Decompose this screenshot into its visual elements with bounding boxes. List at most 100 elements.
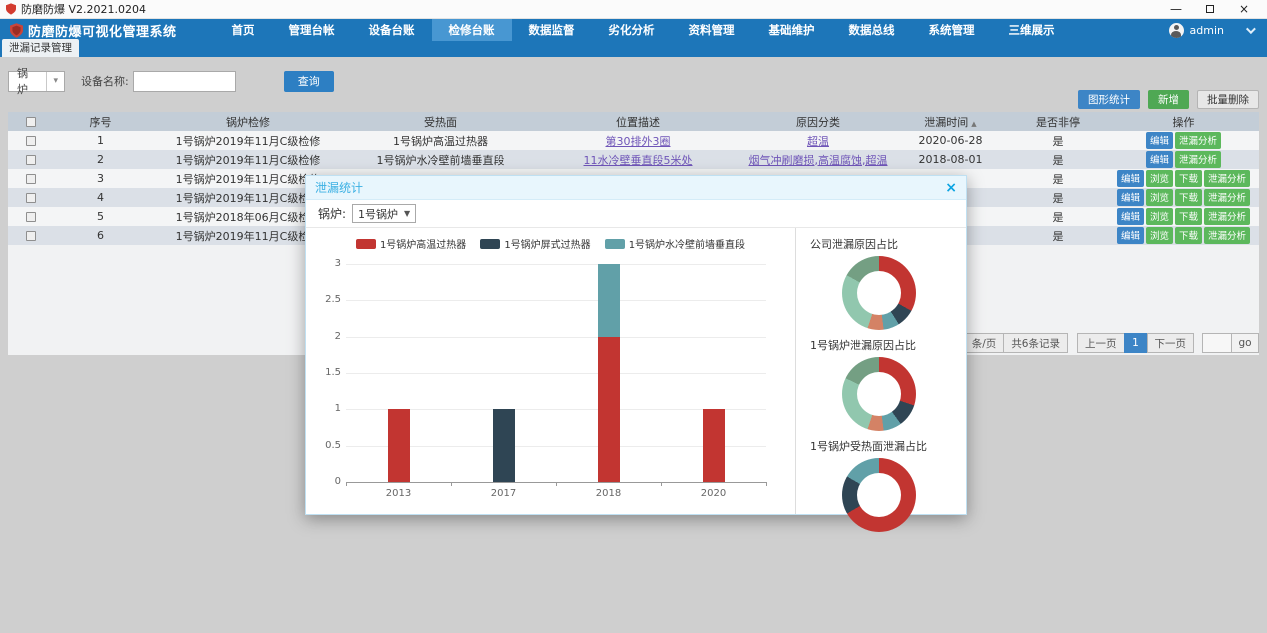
y-axis-label: 1.5: [311, 367, 341, 378]
action-button[interactable]: 泄漏分析: [1204, 227, 1250, 244]
menu-item-4[interactable]: 检修台账: [432, 19, 512, 41]
toolbar: 图形统计 新增 批量删除: [1078, 90, 1259, 109]
donut-chart-2: 1号锅炉泄漏原因占比: [810, 337, 966, 431]
menu-item-2[interactable]: 管理台帐: [272, 19, 352, 41]
tab-leak-record[interactable]: 泄漏记录管理: [2, 39, 79, 57]
menu-item-8[interactable]: 基础维护: [752, 19, 832, 41]
minimize-icon[interactable]: —: [1159, 0, 1193, 19]
bar-segment[interactable]: [703, 409, 725, 482]
bar-segment[interactable]: [598, 337, 620, 482]
row-actions: 编辑泄漏分析: [1108, 131, 1259, 150]
menu-item-3[interactable]: 设备台账: [352, 19, 432, 41]
legend-label: 1号锅炉高温过热器: [380, 236, 466, 251]
bar-segment[interactable]: [388, 409, 410, 482]
next-page-button[interactable]: 下一页: [1147, 333, 1195, 353]
donut-ring[interactable]: [842, 256, 916, 330]
donut-ring[interactable]: [842, 357, 916, 431]
link-cause[interactable]: 超温: [807, 135, 829, 148]
action-button[interactable]: 下载: [1175, 227, 1202, 244]
menu-item-10[interactable]: 系统管理: [912, 19, 992, 41]
boiler-select[interactable]: 1号锅炉 ▼: [352, 204, 416, 223]
chevron-down-icon[interactable]: [1246, 24, 1256, 34]
app-header: 防磨防爆可视化管理系统 首页管理台帐设备台账检修台账数据监督劣化分析资料管理基础…: [0, 19, 1267, 41]
current-page-button[interactable]: 1: [1124, 333, 1148, 353]
link-location[interactable]: 第30排外3圈: [606, 135, 671, 148]
action-button[interactable]: 编辑: [1117, 189, 1144, 206]
cell-outage: 是: [1008, 131, 1108, 150]
device-type-select[interactable]: 锅炉 ▾: [8, 71, 65, 92]
prev-page-button[interactable]: 上一页: [1077, 333, 1125, 353]
action-button[interactable]: 泄漏分析: [1204, 208, 1250, 225]
maximize-icon[interactable]: [1193, 0, 1227, 19]
action-button[interactable]: 编辑: [1146, 132, 1173, 149]
col-header-overhaul: 锅炉检修: [148, 112, 348, 131]
menu-item-11[interactable]: 三维展示: [992, 19, 1072, 41]
app-root: 防磨防爆 V2.2021.0204 — × 防磨防爆可视化管理系统 首页管理台帐…: [0, 0, 1267, 633]
gridline: [346, 337, 766, 338]
y-axis-label: 1: [311, 403, 341, 414]
user-name: admin: [1190, 24, 1224, 37]
donut-hole: [857, 372, 901, 416]
page-jump-input[interactable]: [1202, 333, 1232, 353]
row-checkbox[interactable]: [26, 231, 36, 241]
action-button[interactable]: 浏览: [1146, 208, 1173, 225]
action-button[interactable]: 浏览: [1146, 170, 1173, 187]
device-name-input[interactable]: [133, 71, 236, 92]
col-header-actions: 操作: [1108, 112, 1259, 131]
add-button[interactable]: 新增: [1148, 90, 1189, 109]
donut-ring[interactable]: [842, 458, 916, 532]
batch-delete-button[interactable]: 批量删除: [1197, 90, 1259, 109]
modal-close-icon[interactable]: ×: [945, 181, 957, 195]
legend-item[interactable]: 1号锅炉水冷壁前墙垂直段: [605, 236, 745, 251]
row-checkbox[interactable]: [26, 212, 36, 222]
gridline: [346, 373, 766, 374]
legend-label: 1号锅炉水冷壁前墙垂直段: [629, 236, 745, 251]
select-all-checkbox[interactable]: [26, 117, 36, 127]
col-header-time[interactable]: 泄漏时间▲: [893, 112, 1008, 131]
search-button[interactable]: 查询: [284, 71, 334, 92]
cell-checkbox: [8, 226, 53, 245]
close-icon[interactable]: ×: [1227, 0, 1261, 19]
bar-segment[interactable]: [493, 409, 515, 482]
pagination-total-label: 共6条记录: [1003, 333, 1068, 353]
cell-location: 第30排外3圈: [533, 131, 743, 150]
action-button[interactable]: 泄漏分析: [1204, 189, 1250, 206]
bar-segment[interactable]: [598, 264, 620, 337]
menu-item-5[interactable]: 数据监督: [512, 19, 592, 41]
row-checkbox[interactable]: [26, 193, 36, 203]
action-button[interactable]: 下载: [1175, 189, 1202, 206]
action-button[interactable]: 下载: [1175, 170, 1202, 187]
action-button[interactable]: 泄漏分析: [1175, 132, 1221, 149]
menu-item-7[interactable]: 资料管理: [672, 19, 752, 41]
action-button[interactable]: 泄漏分析: [1204, 170, 1250, 187]
action-button[interactable]: 浏览: [1146, 227, 1173, 244]
page-go-button[interactable]: go: [1231, 333, 1259, 353]
donut-chart-1: 公司泄漏原因占比: [810, 236, 966, 330]
link-location[interactable]: 11水冷壁垂直段5米处: [584, 154, 693, 167]
action-button[interactable]: 编辑: [1117, 208, 1144, 225]
cell-time: 2018-08-01: [893, 150, 1008, 169]
menu-item-6[interactable]: 劣化分析: [592, 19, 672, 41]
menu-item-1[interactable]: 首页: [215, 19, 272, 41]
cell-overhaul: 1号锅炉2019年11月C级检修: [148, 131, 348, 150]
action-button[interactable]: 下载: [1175, 208, 1202, 225]
action-button[interactable]: 编辑: [1117, 227, 1144, 244]
row-checkbox[interactable]: [26, 136, 36, 146]
legend-item[interactable]: 1号锅炉高温过热器: [356, 236, 466, 251]
cell-cause: 烟气冲刷磨损,高温腐蚀,超温: [743, 150, 893, 169]
row-checkbox[interactable]: [26, 155, 36, 165]
cell-outage: 是: [1008, 169, 1108, 188]
menu-item-9[interactable]: 数据总线: [832, 19, 912, 41]
brand: 防磨防爆可视化管理系统: [0, 21, 187, 40]
chart-stats-button[interactable]: 图形统计: [1078, 90, 1140, 109]
user-menu[interactable]: admin: [1169, 23, 1267, 38]
link-cause[interactable]: 烟气冲刷磨损,高温腐蚀,超温: [749, 154, 888, 167]
action-button[interactable]: 编辑: [1146, 151, 1173, 168]
legend-item[interactable]: 1号锅炉屏式过热器: [480, 236, 590, 251]
col-header-outage: 是否非停: [1008, 112, 1108, 131]
action-button[interactable]: 编辑: [1117, 170, 1144, 187]
table-row: 21号锅炉2019年11月C级检修1号锅炉水冷壁前墙垂直段11水冷壁垂直段5米处…: [8, 150, 1259, 169]
row-checkbox[interactable]: [26, 174, 36, 184]
action-button[interactable]: 泄漏分析: [1175, 151, 1221, 168]
action-button[interactable]: 浏览: [1146, 189, 1173, 206]
